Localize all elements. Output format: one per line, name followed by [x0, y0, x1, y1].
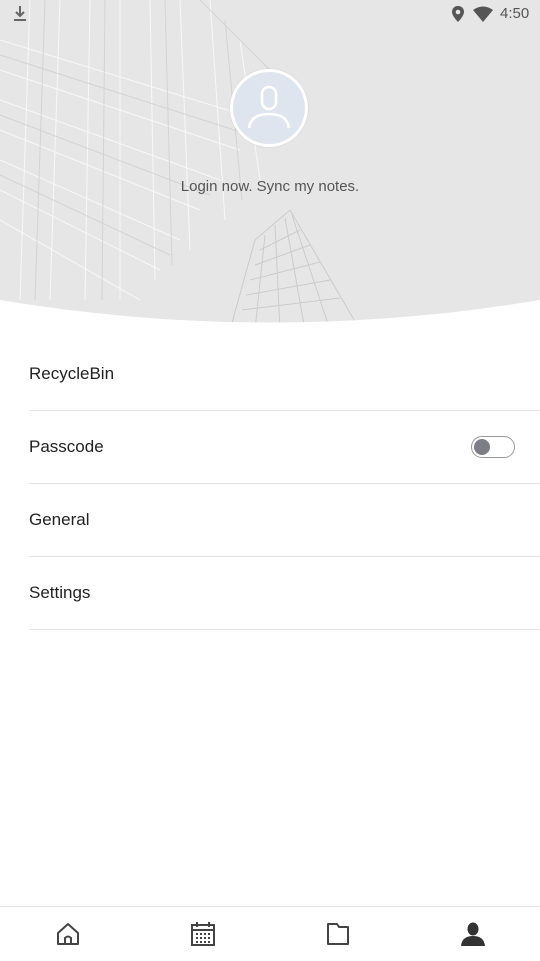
home-icon	[57, 923, 79, 945]
user-icon	[247, 85, 291, 129]
menu-item-recyclebin[interactable]: RecycleBin	[29, 338, 540, 411]
menu-item-label: Settings	[29, 583, 91, 602]
passcode-toggle[interactable]	[471, 436, 515, 458]
menu-item-label: General	[29, 510, 90, 529]
nav-home[interactable]	[0, 907, 135, 961]
bottom-nav	[0, 906, 540, 961]
menu-list: RecycleBin Passcode General Settings	[0, 338, 540, 630]
status-bar: 4:50	[0, 0, 540, 28]
wifi-icon	[473, 6, 493, 22]
menu-item-general[interactable]: General	[29, 484, 540, 557]
calendar-icon	[191, 922, 215, 946]
header-background	[0, 0, 540, 330]
folder-icon	[327, 923, 349, 945]
login-prompt[interactable]: Login now. Sync my notes.	[0, 178, 540, 195]
status-time: 4:50	[500, 5, 530, 22]
download-icon	[14, 6, 26, 21]
menu-item-passcode[interactable]: Passcode	[29, 411, 540, 484]
menu-item-settings[interactable]: Settings	[29, 557, 540, 630]
nav-profile[interactable]	[405, 907, 540, 961]
nav-folder[interactable]	[270, 907, 405, 961]
menu-item-label: Passcode	[29, 437, 104, 456]
menu-item-label: RecycleBin	[29, 364, 115, 383]
nav-calendar[interactable]	[135, 907, 270, 961]
profile-icon	[461, 922, 485, 946]
location-icon	[452, 6, 464, 22]
profile-header: 4:50 Login now. Sync my notes.	[0, 0, 540, 330]
toggle-knob	[474, 439, 490, 455]
avatar[interactable]	[230, 69, 308, 147]
